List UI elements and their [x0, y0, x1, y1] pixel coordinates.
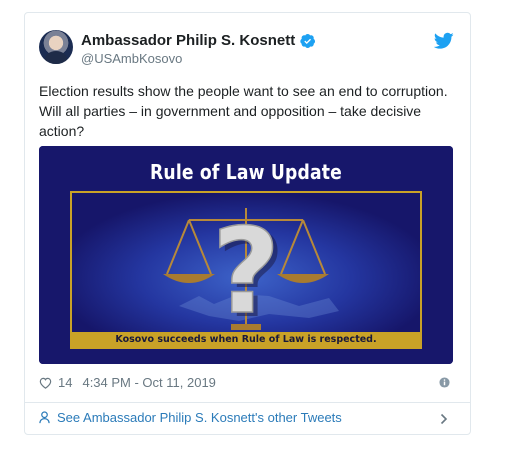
- user-icon: [39, 411, 50, 424]
- tweet-media-image[interactable]: ? ? Rule of Law Update Kosovo succeeds w…: [39, 146, 453, 364]
- heart-icon[interactable]: [39, 377, 52, 389]
- see-more-tweets-link[interactable]: See Ambassador Philip S. Kosnett's other…: [39, 410, 342, 425]
- svg-text:?: ?: [212, 202, 280, 340]
- tweet-timestamp[interactable]: 4:34 PM - Oct 11, 2019: [82, 375, 215, 390]
- see-more-label[interactable]: See Ambassador Philip S. Kosnett's other…: [57, 410, 342, 425]
- tweet-card[interactable]: Ambassador Philip S. Kosnett @USAmbKosov…: [24, 12, 471, 435]
- chevron-right-icon[interactable]: [440, 413, 448, 425]
- tweet-text: Election results show the people want to…: [39, 83, 460, 139]
- media-caption: Kosovo succeeds when Rule of Law is resp…: [71, 332, 421, 348]
- twitter-bird-icon[interactable]: [434, 32, 454, 50]
- like-count[interactable]: 14: [58, 375, 72, 390]
- author-handle[interactable]: @USAmbKosovo: [81, 51, 182, 66]
- author-avatar[interactable]: [39, 30, 73, 64]
- author-name[interactable]: Ambassador Philip S. Kosnett: [81, 32, 295, 49]
- author-name-line: Ambassador Philip S. Kosnett: [81, 32, 316, 49]
- media-title: Rule of Law Update: [150, 160, 342, 184]
- tweet-meta: 14 4:34 PM - Oct 11, 2019: [39, 375, 216, 390]
- verified-badge-icon: [300, 33, 316, 48]
- card-divider: [25, 402, 470, 403]
- info-icon[interactable]: [439, 377, 450, 388]
